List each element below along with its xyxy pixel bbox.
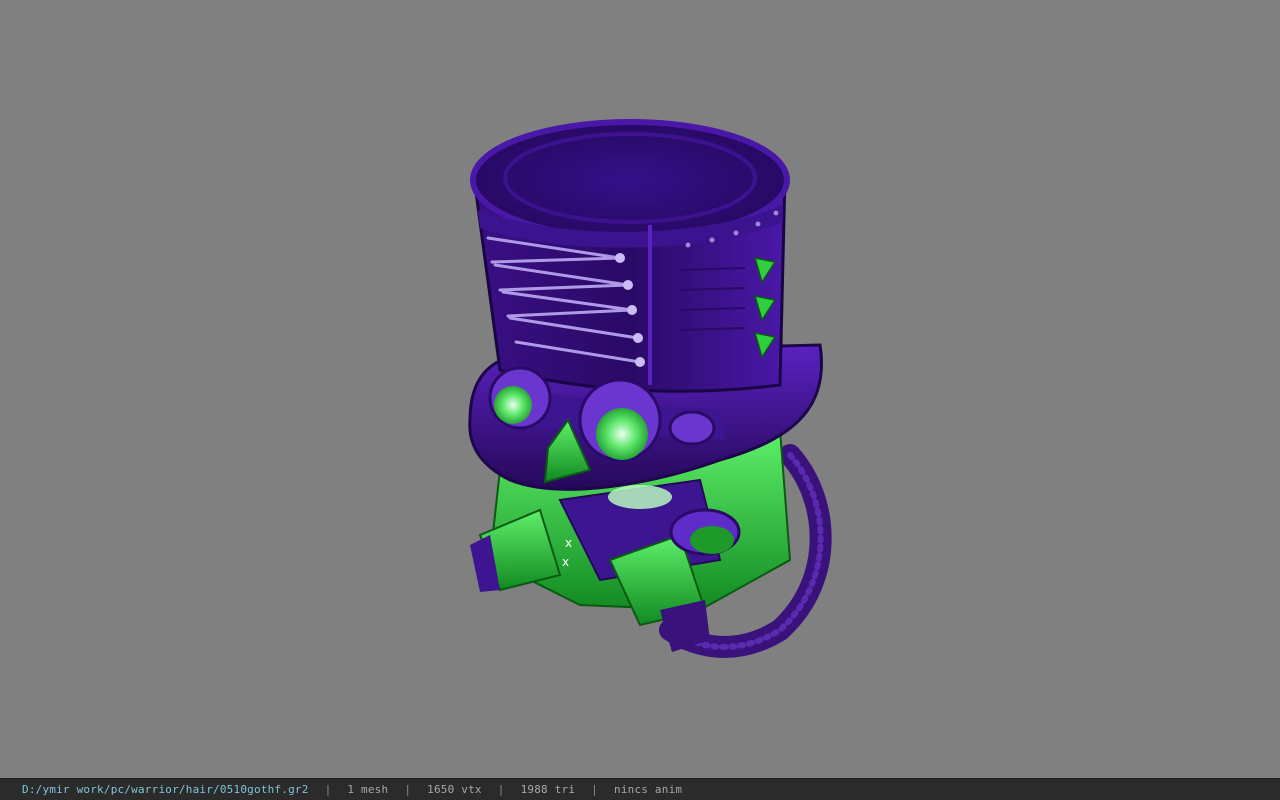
separator: | — [404, 783, 412, 796]
status-bar: D:/ymir work/pc/warrior/hair/0510gothf.g… — [0, 778, 1280, 800]
file-path: D:/ymir work/pc/warrior/hair/0510gothf.g… — [22, 783, 309, 796]
vertex-count: 1650 vtx — [427, 783, 482, 796]
svg-text:x: x — [565, 536, 572, 550]
animation-status: nincs anim — [614, 783, 683, 796]
triangle-count: 1988 tri — [520, 783, 576, 796]
separator: | — [591, 783, 598, 796]
model-render: x x — [468, 119, 832, 658]
mesh-count: 1 mesh — [347, 783, 389, 796]
separator: | — [497, 783, 505, 796]
separator: | — [324, 783, 332, 796]
3d-viewport[interactable]: x x — [0, 0, 1280, 778]
svg-text:x: x — [562, 555, 569, 569]
